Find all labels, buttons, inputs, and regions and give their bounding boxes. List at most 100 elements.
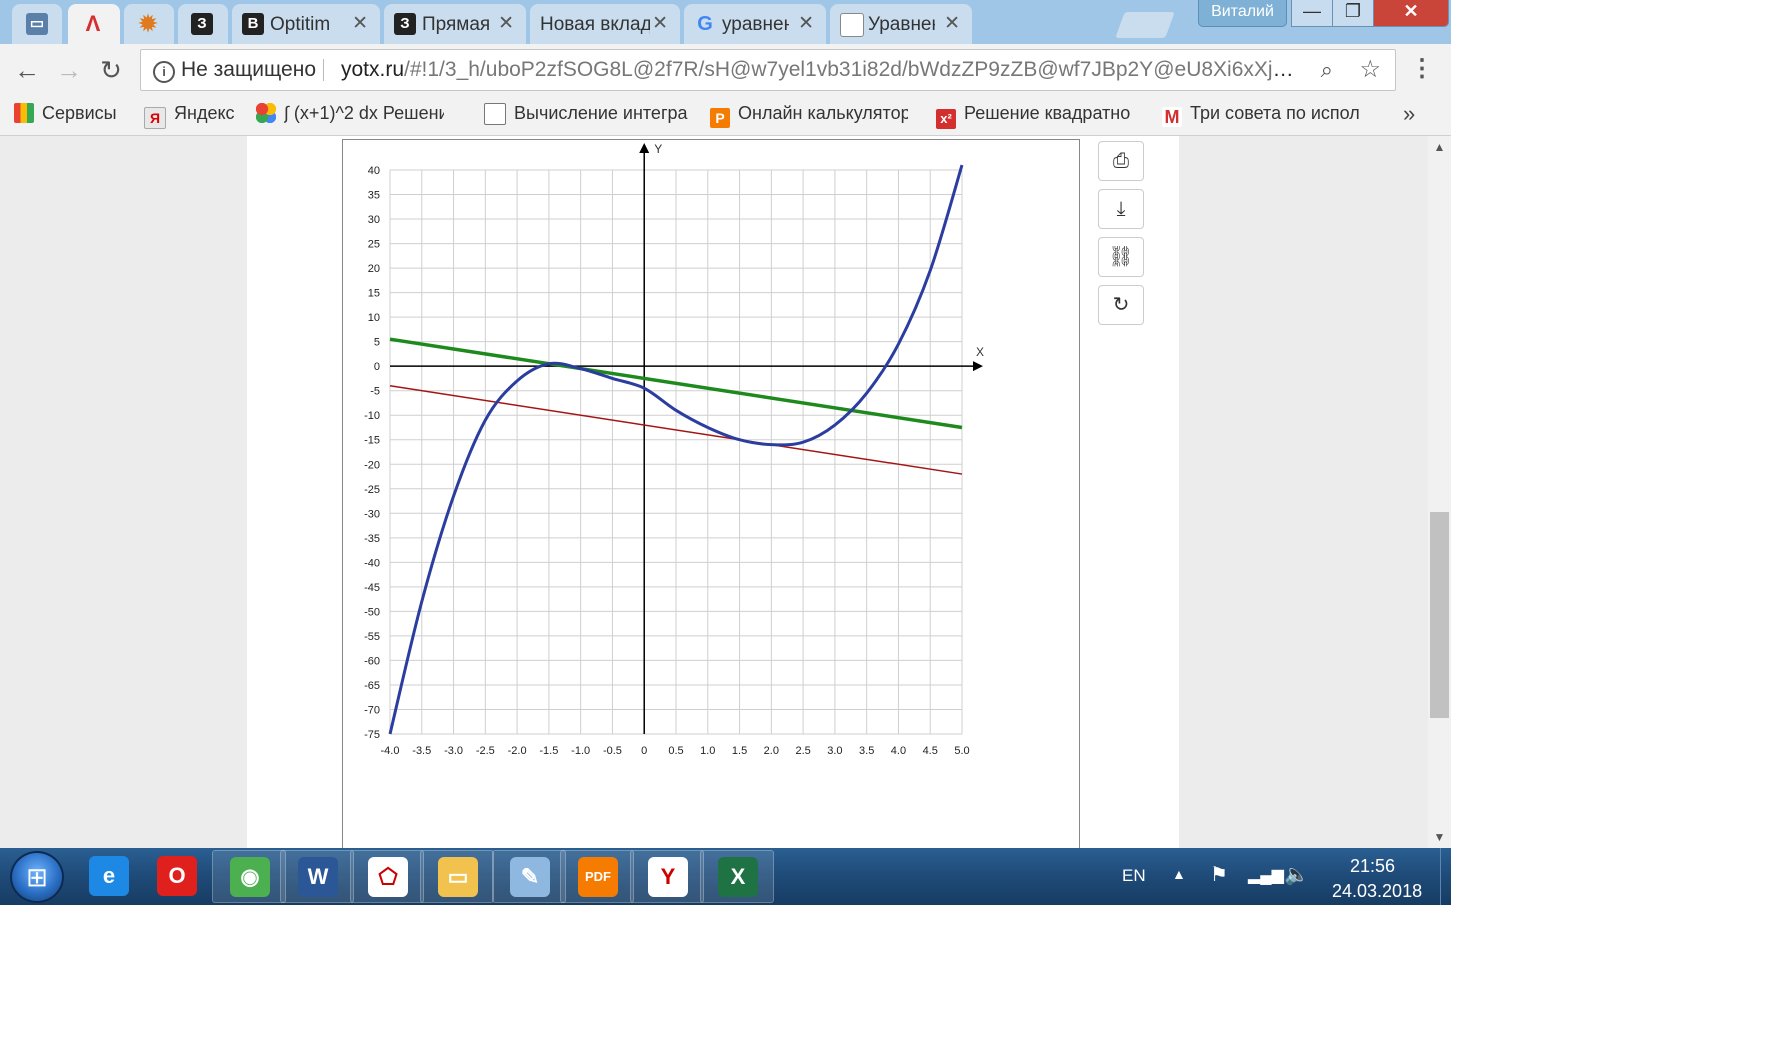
scroll-down-arrow-icon[interactable]: ▼ xyxy=(1428,826,1451,848)
bookmarks-more-button[interactable]: » xyxy=(1403,101,1415,127)
bookmark-yandex[interactable]: Я Яндекс xyxy=(144,103,235,129)
tab-pinned-4[interactable]: З xyxy=(178,4,228,44)
show-desktop-button[interactable] xyxy=(1440,848,1451,905)
new-tab-button[interactable] xyxy=(1115,12,1175,38)
x-tick-label: 3.0 xyxy=(827,745,842,757)
print-button[interactable]: ⎙ xyxy=(1098,141,1144,181)
b-icon: В xyxy=(242,13,264,35)
clock-time[interactable]: 21:56 xyxy=(1350,856,1395,877)
bookmark-integral[interactable]: Вычисление интегра xyxy=(484,103,690,126)
link-button[interactable]: ⛓ xyxy=(1098,237,1144,277)
tab-pinned-3[interactable]: ✹ xyxy=(124,4,174,44)
profile-button[interactable]: Виталий xyxy=(1198,0,1287,27)
x-tick-label: -2.5 xyxy=(476,745,495,757)
volume-icon[interactable]: 🔈 xyxy=(1284,862,1309,887)
tab-uravnenie[interactable]: Уравнени ✕ xyxy=(830,4,972,44)
tab-close-icon[interactable]: ✕ xyxy=(798,12,814,35)
tab-close-icon[interactable]: ✕ xyxy=(652,12,668,35)
info-icon[interactable]: i xyxy=(153,61,175,83)
y-tick-label: -5 xyxy=(370,386,380,398)
apps-icon xyxy=(14,103,34,123)
chrome-icon: ◉ xyxy=(230,857,270,897)
tab-close-icon[interactable]: ✕ xyxy=(498,12,514,35)
taskbar-app-yandex[interactable]: Y xyxy=(630,850,704,903)
y-tick-label: 20 xyxy=(368,263,380,275)
maximize-button[interactable]: ❐ xyxy=(1332,0,1374,27)
x-tick-label: 4.0 xyxy=(891,745,906,757)
back-arrow-icon[interactable]: ← xyxy=(10,53,44,87)
y-tick-label: 35 xyxy=(368,190,380,202)
tab-pinned-2[interactable]: Λ xyxy=(68,4,120,44)
tab-optitim[interactable]: В Optitim ✕ xyxy=(232,4,380,44)
tray-expand-icon[interactable]: ▲ xyxy=(1172,866,1186,882)
bookmark-quadratic[interactable]: x² Решение квадратно xyxy=(936,103,1134,129)
x-tick-label: -2.0 xyxy=(508,745,527,757)
address-bar[interactable]: i Не защищено yotx.ru/#!1/3_h/uboP2zfSOG… xyxy=(140,49,1396,91)
tab-google[interactable]: G уравнени ✕ xyxy=(684,4,826,44)
taskbar-app-chrome[interactable]: ◉ xyxy=(212,850,286,903)
taskbar-app-excel[interactable]: X xyxy=(700,850,774,903)
flag-icon[interactable]: ⚑ xyxy=(1210,862,1228,887)
y-tick-label: -35 xyxy=(364,533,380,545)
tab-close-icon[interactable]: ✕ xyxy=(944,12,960,35)
y-tick-label: -45 xyxy=(364,582,380,594)
taskbar-app-opera[interactable]: O xyxy=(140,850,214,903)
y-tick-label: 0 xyxy=(374,361,380,373)
internet-explorer-icon: e xyxy=(89,856,129,896)
network-icon[interactable]: ▂▄▆ xyxy=(1248,865,1284,885)
link-icon: ⛓ xyxy=(1108,246,1134,268)
windows-logo-icon: ⊞ xyxy=(26,862,48,892)
bookmark-services[interactable]: Сервисы xyxy=(14,103,117,124)
scroll-thumb[interactable] xyxy=(1430,512,1449,718)
download-button[interactable]: ⤓ xyxy=(1098,189,1144,229)
y-tick-label: 30 xyxy=(368,214,380,226)
share-button[interactable]: ↻ xyxy=(1098,285,1144,325)
tab-new[interactable]: Новая вкладк ✕ xyxy=(530,4,680,44)
tab-close-icon[interactable]: ✕ xyxy=(352,12,368,35)
bookmark-label: Яндекс xyxy=(174,103,235,123)
clock-date[interactable]: 24.03.2018 xyxy=(1332,881,1422,902)
scroll-up-arrow-icon[interactable]: ▲ xyxy=(1428,136,1451,158)
reload-icon[interactable]: ↻ xyxy=(94,53,128,87)
x-tick-label: 1.0 xyxy=(700,745,715,757)
close-window-button[interactable]: ✕ xyxy=(1373,0,1449,27)
bookmark-label: Онлайн калькулятор xyxy=(738,103,908,123)
minimize-button[interactable]: — xyxy=(1291,0,1333,27)
x-tick-label: 3.5 xyxy=(859,745,874,757)
bookmark-wolfram[interactable]: ∫ (x+1)^2 dx Решени xyxy=(256,103,444,124)
taskbar-app-pdf[interactable]: PDF xyxy=(560,850,634,903)
yandex-icon: Я xyxy=(144,107,166,129)
y-tick-label: 40 xyxy=(368,165,380,177)
y-tick-label: -10 xyxy=(364,410,380,422)
z-icon: З xyxy=(191,13,213,35)
forward-arrow-icon[interactable]: → xyxy=(52,53,86,87)
bookmark-star-icon[interactable]: ☆ xyxy=(1359,50,1381,90)
taskbar-app-ie[interactable]: e xyxy=(72,850,146,903)
taskbar-app-geogebra[interactable]: ⬠ xyxy=(350,850,424,903)
x-tick-label: -1.5 xyxy=(539,745,558,757)
taskbar-app-word[interactable]: W xyxy=(280,850,354,903)
page-icon xyxy=(484,103,506,125)
url-text[interactable]: yotx.ru/#!1/3_h/uboP2zfSOG8L@2f7R/sH@w7y… xyxy=(341,50,1301,90)
y-tick-label: -75 xyxy=(364,729,380,741)
start-button[interactable]: ⊞ xyxy=(10,851,64,903)
chart-svg: X Y -4.0 -3.5 -3.0 -2.5 -2.0 -1.5 -1.0 -0.5 0 0.5 1.… xyxy=(364,142,984,757)
taskbar-app-explorer[interactable]: ▭ xyxy=(420,850,494,903)
y-tick-label: 15 xyxy=(368,288,380,300)
function-graph: X Y -4.0 -3.5 -3.0 -2.5 -2.0 -1.5 -1.0 -0.5 0 0.5 1.… xyxy=(342,139,1080,848)
menu-dots-icon[interactable]: ⋮ xyxy=(1410,54,1434,84)
x-tick-label: -4.0 xyxy=(381,745,400,757)
y-tick-label: -15 xyxy=(364,435,380,447)
zoom-icon[interactable]: ⌕ xyxy=(1321,50,1333,90)
vertical-scrollbar[interactable]: ▲ ▼ xyxy=(1428,136,1451,848)
share-icon: ↻ xyxy=(1112,294,1130,316)
bookmark-gmail[interactable]: M Три совета по испол xyxy=(1162,103,1360,127)
yandex-browser-icon: Y xyxy=(648,857,688,897)
taskbar-app-paint[interactable]: ✎ xyxy=(492,850,566,903)
bookmark-calculator[interactable]: P Онлайн калькулятор xyxy=(710,103,908,128)
language-indicator[interactable]: EN xyxy=(1122,866,1146,886)
page-content: X Y -4.0 -3.5 -3.0 -2.5 -2.0 -1.5 -1.0 -0.5 0 0.5 1.… xyxy=(0,136,1451,848)
tab-pinned-1[interactable]: ▭ xyxy=(12,4,62,44)
tab-pryamaya[interactable]: З Прямая у ✕ xyxy=(384,4,526,44)
download-icon: ⤓ xyxy=(1116,198,1126,220)
